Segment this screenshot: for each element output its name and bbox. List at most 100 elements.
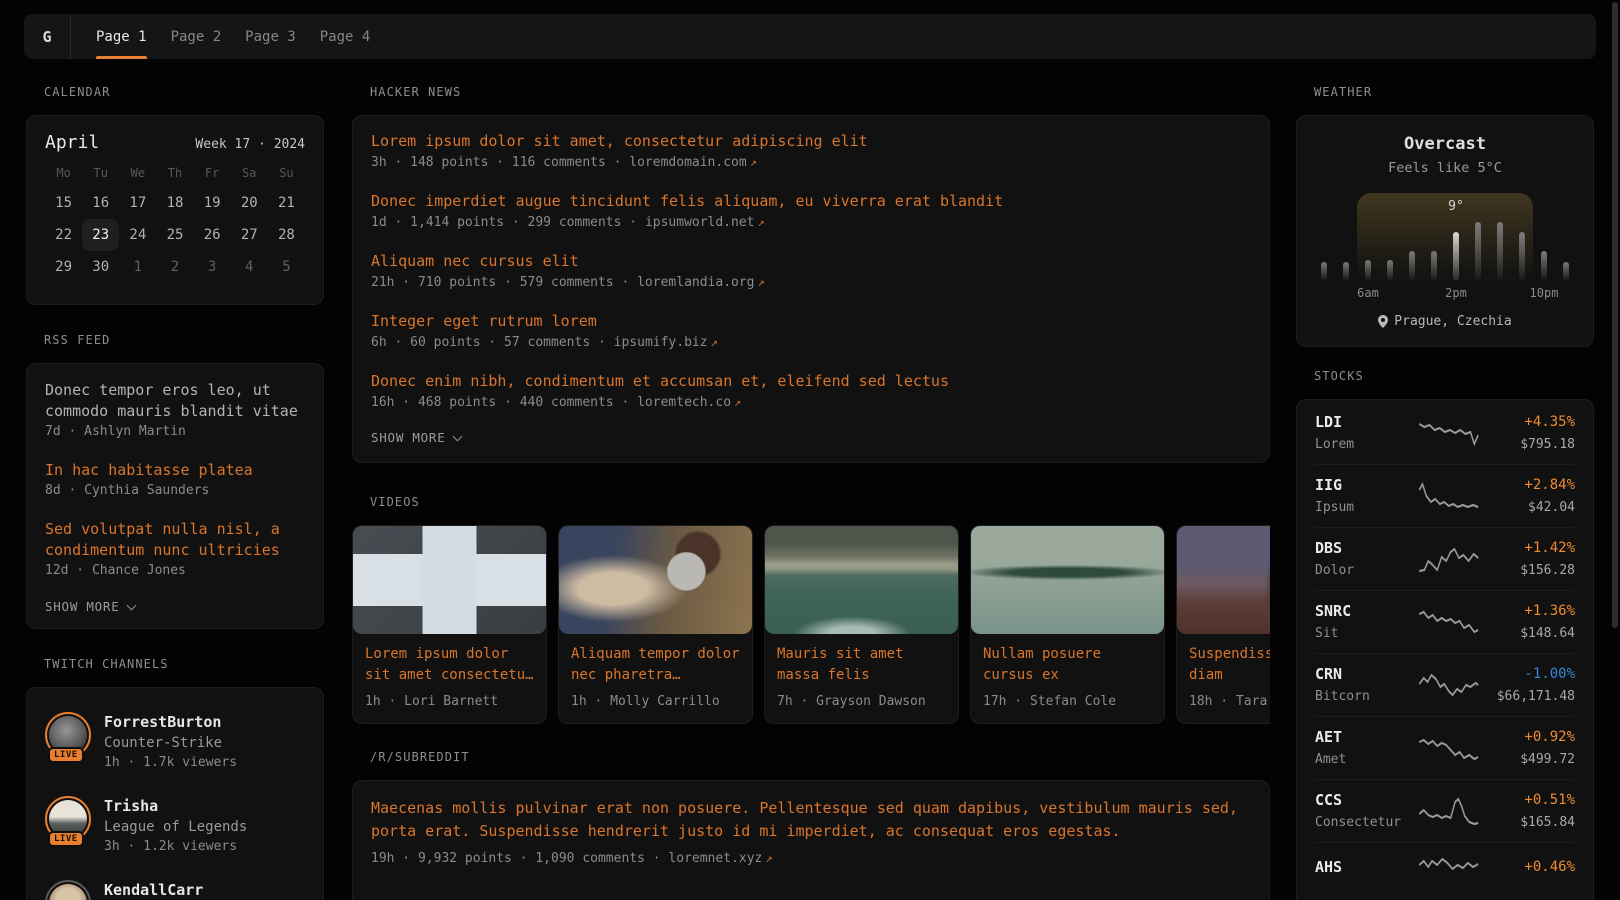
page-scrollbar-thumb[interactable] [1612, 2, 1618, 628]
calendar-month: April [45, 132, 99, 153]
stock-row[interactable]: CRN Bitcorn -1.00% $66,171.48 [1315, 653, 1575, 716]
page-tab[interactable]: Page 1 [96, 14, 147, 59]
rss-show-more-button[interactable]: SHOW MORE [45, 599, 305, 614]
calendar-day: 17 [119, 187, 156, 219]
video-card[interactable]: Lorem ipsum dolor sit amet consectetu… 1… [352, 525, 547, 724]
video-title[interactable]: Mauris sit amet massa felis [777, 644, 946, 686]
external-link-icon: ↗ [765, 851, 772, 865]
stock-row[interactable]: DBS Dolor +1.42% $156.28 [1315, 527, 1575, 590]
weather-bar [1541, 251, 1547, 280]
stock-change-percent: +0.51% [1482, 790, 1575, 811]
page-tab[interactable]: Page 2 [171, 14, 222, 59]
rss-item-title[interactable]: Donec tempor eros leo, ut commodo mauris… [45, 380, 305, 422]
weather-time-axis: 6am 2pm 10 [1321, 286, 1569, 302]
video-card-body: Lorem ipsum dolor sit amet consectetu… 1… [353, 634, 546, 723]
hackernews-item-domain[interactable]: loremlandia.org [637, 275, 754, 290]
video-thumbnail[interactable] [559, 526, 752, 634]
calendar-day: 19 [194, 187, 231, 219]
stock-labels: AHS [1315, 857, 1418, 880]
left-column: CALENDAR April Week 17 · 2024 Mo Tu We T… [26, 85, 324, 900]
hackernews-item-title[interactable]: Aliquam nec cursus elit [371, 250, 1251, 272]
hackernews-item-domain[interactable]: ipsumify.biz [614, 335, 708, 350]
weather-bar [1387, 260, 1393, 280]
video-thumbnail[interactable] [971, 526, 1164, 634]
page-tabs: Page 1 Page 2 Page 3 Page 4 [96, 14, 370, 59]
stock-labels: DBS Dolor [1315, 538, 1418, 580]
rss-item: In hac habitasse platea 8d · Cynthia Sau… [45, 460, 305, 501]
stock-name: Bitcorn [1315, 687, 1418, 706]
hackernews-item-stats: 1d · 1,414 points · 299 comments · [371, 215, 645, 230]
external-link-icon: ↗ [711, 335, 718, 349]
stock-sparkline [1418, 607, 1482, 637]
stock-row[interactable]: AHS +0.46% [1315, 842, 1575, 893]
stock-name: Amet [1315, 750, 1418, 769]
twitch-channel-game: Counter-Strike [104, 734, 237, 753]
video-title[interactable]: Nullam posuere cursus ex [983, 644, 1152, 686]
rss-list: Donec tempor eros leo, ut commodo mauris… [45, 380, 305, 581]
stock-row[interactable]: LDI Lorem +4.35% $795.18 [1315, 402, 1575, 464]
page-tab[interactable]: Page 4 [320, 14, 371, 59]
chevron-down-icon [127, 600, 137, 610]
stock-values: +0.51% $165.84 [1482, 790, 1575, 832]
calendar-day-header: Su [268, 165, 305, 181]
stock-values: +4.35% $795.18 [1482, 412, 1575, 454]
external-link-icon: ↗ [734, 395, 741, 409]
stock-name: Consectetur [1315, 813, 1418, 832]
weather-bar [1343, 262, 1349, 280]
video-thumbnail[interactable] [1177, 526, 1270, 634]
video-card[interactable]: Aliquam tempor dolor nec pharetra… 1h · … [558, 525, 753, 724]
weather-chart: 9° [1321, 193, 1569, 280]
hackernews-widget: Lorem ipsum dolor sit amet, consectetur … [352, 115, 1270, 463]
hackernews-item-title[interactable]: Donec imperdiet augue tincidunt felis al… [371, 190, 1251, 212]
weather-section-title: WEATHER [1314, 85, 1594, 99]
twitch-channel-row[interactable]: LIVE Trisha League of Legends 3h · 1.2k … [45, 796, 305, 856]
weather-time-slot: 2pm [1453, 286, 1459, 302]
video-card[interactable]: Mauris sit amet massa felis 7h · Grayson… [764, 525, 959, 724]
video-title[interactable]: Suspendisse diam [1189, 644, 1270, 686]
subreddit-post-domain[interactable]: loremnet.xyz [668, 851, 762, 866]
stock-sparkline [1418, 733, 1482, 763]
stock-row[interactable]: AET Amet +0.92% $499.72 [1315, 716, 1575, 779]
hackernews-item-title[interactable]: Donec enim nibh, condimentum et accumsan… [371, 370, 1251, 392]
chevron-down-icon [453, 431, 463, 441]
twitch-channel-game: League of Legends [104, 818, 247, 837]
calendar-day: 2 [156, 251, 193, 283]
hackernews-item-domain[interactable]: ipsumworld.net [645, 215, 755, 230]
weather-time-slot [1431, 286, 1437, 302]
hackernews-item-domain[interactable]: loremtech.co [637, 395, 731, 410]
subreddit-widget: Maecenas mollis pulvinar erat non posuer… [352, 780, 1270, 900]
video-card[interactable]: Nullam posuere cursus ex 17h · Stefan Co… [970, 525, 1165, 724]
video-thumbnail[interactable] [353, 526, 546, 634]
app-logo[interactable]: G [24, 14, 71, 59]
stock-row[interactable]: CCS Consectetur +0.51% $165.84 [1315, 779, 1575, 842]
stock-row[interactable]: SNRC Sit +1.36% $148.64 [1315, 590, 1575, 653]
hackernews-item-stats: 6h · 60 points · 57 comments · [371, 335, 614, 350]
video-title[interactable]: Aliquam tempor dolor nec pharetra… [571, 644, 740, 686]
avatar-ring [45, 880, 91, 900]
stock-labels: SNRC Sit [1315, 601, 1418, 643]
rss-item-title[interactable]: Sed volutpat nulla nisl, a condimentum n… [45, 519, 305, 561]
rss-item-title[interactable]: In hac habitasse platea [45, 460, 305, 481]
stock-price: $165.84 [1482, 813, 1575, 832]
subreddit-post-title[interactable]: Maecenas mollis pulvinar erat non posuer… [371, 797, 1251, 843]
weather-time-slot [1475, 286, 1481, 302]
rss-widget: Donec tempor eros leo, ut commodo mauris… [26, 363, 324, 629]
weather-section: WEATHER Overcast Feels like 5°C [1296, 85, 1594, 347]
hackernews-item-title[interactable]: Lorem ipsum dolor sit amet, consectetur … [371, 130, 1251, 152]
live-badge: LIVE [48, 831, 84, 847]
video-card[interactable]: Suspendisse diam 18h · Tara [1176, 525, 1270, 724]
weather-condition: Overcast [1315, 134, 1575, 154]
hackernews-show-more-button[interactable]: SHOW MORE [371, 430, 1251, 445]
hackernews-item-domain[interactable]: loremdomain.com [629, 155, 746, 170]
twitch-channel-row[interactable]: LIVE ForrestBurton Counter-Strike 1h · 1… [45, 712, 305, 772]
rss-section: RSS FEED Donec tempor eros leo, ut commo… [26, 333, 324, 629]
video-thumbnail[interactable] [765, 526, 958, 634]
stock-row[interactable]: IIG Ipsum +2.84% $42.04 [1315, 464, 1575, 527]
twitch-channel-row[interactable]: LIVE KendallCarr [45, 880, 305, 900]
stock-price: $499.72 [1482, 750, 1575, 769]
video-title[interactable]: Lorem ipsum dolor sit amet consectetu… [365, 644, 534, 686]
page-tab[interactable]: Page 3 [245, 14, 296, 59]
calendar-day-header: Mo [45, 165, 82, 181]
video-card-body: Aliquam tempor dolor nec pharetra… 1h · … [559, 634, 752, 723]
hackernews-item-title[interactable]: Integer eget rutrum lorem [371, 310, 1251, 332]
